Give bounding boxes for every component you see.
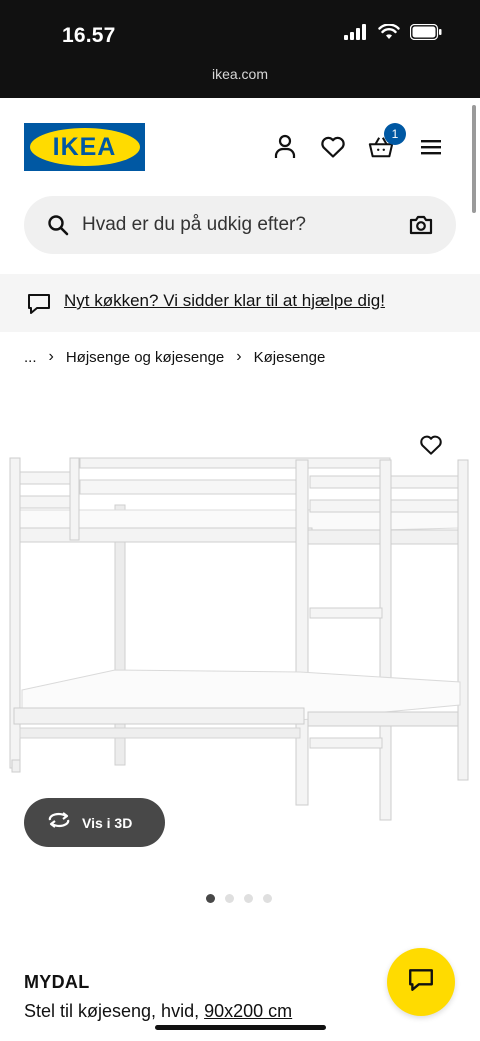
breadcrumb-separator-icon: › — [236, 348, 242, 365]
view-in-3d-button[interactable]: Vis i 3D — [24, 798, 165, 847]
breadcrumb-separator-icon: › — [48, 348, 54, 365]
chat-icon — [407, 967, 435, 998]
breadcrumb-item-bunk-and-loft-beds[interactable]: Højsenge og køjesenge — [66, 349, 224, 366]
carousel-dot[interactable] — [225, 894, 234, 903]
heart-icon[interactable] — [320, 134, 346, 160]
status-icons — [344, 23, 442, 45]
breadcrumb-item-ellipsis[interactable]: ... — [24, 349, 37, 366]
battery-icon — [409, 23, 442, 45]
search-bar[interactable]: Hvad er du på udkig efter? — [24, 196, 456, 254]
person-icon[interactable] — [272, 134, 298, 160]
cart-count-badge: 1 — [384, 123, 406, 145]
status-time: 16.57 — [62, 24, 116, 47]
camera-icon[interactable] — [408, 213, 434, 242]
view-in-3d-label: Vis i 3D — [82, 814, 133, 831]
site-header: IKEA 1 Hvad er du på udkig efter? — [0, 98, 480, 276]
heart-icon — [419, 434, 443, 461]
breadcrumb-item-bunk-beds[interactable]: Køjesenge — [254, 349, 326, 366]
product-description: Stel til køjeseng, hvid, 90x200 cm — [24, 1001, 292, 1022]
chat-bubble-icon — [26, 292, 52, 321]
product-name: MYDAL — [24, 972, 90, 992]
menu-icon[interactable] — [418, 134, 444, 160]
wifi-icon — [378, 23, 400, 45]
image-carousel-dots — [206, 894, 272, 903]
carousel-dot[interactable] — [244, 894, 253, 903]
add-to-favorites-button[interactable] — [408, 424, 454, 470]
status-bar: 16.57 ikea.com — [0, 0, 480, 98]
kitchen-notice-link[interactable]: Nyt køkken? Vi sidder klar til at hjælpe… — [64, 291, 385, 311]
carousel-dot[interactable] — [263, 894, 272, 903]
product-description-text: Stel til køjeseng, hvid, — [24, 1001, 200, 1021]
breadcrumb: ... › Højsenge og køjesenge › Køjesenge — [24, 348, 325, 366]
logo-text: IKEA — [52, 132, 117, 161]
chat-button[interactable] — [387, 948, 455, 1016]
search-input[interactable]: Hvad er du på udkig efter? — [82, 214, 306, 236]
kitchen-notice-banner: Nyt køkken? Vi sidder klar til at hjælpe… — [0, 274, 480, 332]
url-label[interactable]: ikea.com — [0, 66, 480, 82]
product-size-link[interactable]: 90x200 cm — [204, 1001, 292, 1021]
signal-icon — [344, 24, 368, 45]
rotate-3d-icon — [46, 811, 72, 834]
search-icon — [46, 213, 70, 242]
page-scrollbar[interactable] — [472, 105, 476, 213]
home-indicator[interactable] — [155, 1025, 326, 1030]
ikea-logo[interactable]: IKEA — [24, 123, 145, 171]
carousel-dot[interactable] — [206, 894, 215, 903]
